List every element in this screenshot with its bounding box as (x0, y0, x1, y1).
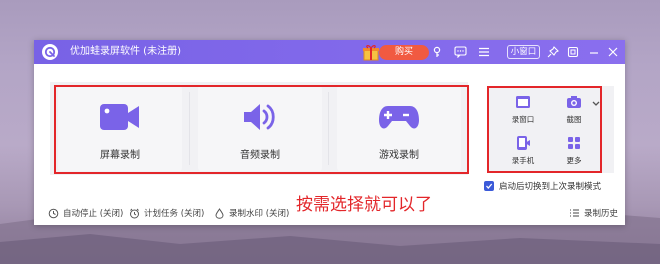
schedule-button[interactable]: 计划任务 (关闭) (129, 207, 204, 219)
audio-record-label: 音频录制 (240, 150, 280, 161)
watermark-button[interactable]: 录制水印 (关闭) (214, 207, 289, 219)
record-window-button[interactable]: 录窗口 (501, 92, 545, 128)
app-logo-icon (42, 44, 58, 60)
speaker-icon (198, 100, 322, 134)
more-button[interactable]: 更多 (552, 133, 596, 169)
auto-stop-label: 自动停止 (关闭) (63, 209, 124, 219)
phone-icon (501, 135, 545, 151)
camera-icon (552, 94, 596, 110)
chevron-down-icon[interactable] (591, 100, 601, 108)
key-icon[interactable] (430, 45, 444, 59)
feedback-icon[interactable] (453, 45, 467, 59)
history-button[interactable]: 录制历史 (569, 207, 618, 219)
clock-icon (48, 208, 59, 218)
screenshot-button[interactable]: 截图 (552, 92, 596, 128)
record-window-label: 录窗口 (511, 115, 535, 124)
game-record-label: 游戏录制 (379, 150, 419, 161)
mini-window-button[interactable]: 小窗口 (507, 45, 540, 59)
history-label: 录制历史 (584, 209, 619, 219)
screen-record-card[interactable]: 屏幕录制 (58, 86, 182, 171)
title-bar: 优加蛙录屏软件 (未注册) 购买 小窗口 (34, 40, 625, 64)
list-icon (570, 209, 579, 217)
menu-icon[interactable] (477, 45, 491, 59)
game-record-card[interactable]: 游戏录制 (337, 86, 461, 171)
window-icon (501, 94, 545, 110)
screen-record-label: 屏幕录制 (100, 150, 140, 161)
video-camera-icon (58, 100, 182, 134)
record-phone-label: 录手机 (511, 156, 535, 165)
audio-record-card[interactable]: 音频录制 (198, 86, 322, 171)
minimize-icon[interactable] (587, 45, 601, 59)
fullscreen-icon[interactable] (566, 45, 580, 59)
buy-button[interactable]: 购买 (379, 45, 429, 60)
alarm-icon (130, 208, 139, 218)
grid-icon (552, 135, 596, 151)
app-window: 优加蛙录屏软件 (未注册) 购买 小窗口 屏幕录制 音频录制 游戏录制 录窗口 … (34, 40, 625, 225)
divider (189, 92, 190, 165)
close-icon[interactable] (606, 45, 620, 59)
water-drop-icon (215, 207, 224, 219)
gift-icon[interactable] (362, 43, 380, 61)
screenshot-label: 截图 (566, 115, 582, 124)
footer-bar: 自动停止 (关闭) 计划任务 (关闭) 录制水印 (关闭) 录制历史 (34, 200, 625, 225)
restore-mode-checkbox[interactable] (484, 181, 494, 191)
divider (328, 92, 329, 165)
restore-mode-label: 启动后切换到上次录制模式 (499, 182, 602, 192)
schedule-label: 计划任务 (关闭) (144, 209, 205, 219)
more-label: 更多 (566, 156, 582, 165)
record-phone-button[interactable]: 录手机 (501, 133, 545, 169)
gamepad-icon (337, 100, 461, 134)
app-title: 优加蛙录屏软件 (未注册) (70, 46, 181, 57)
recording-modes-panel: 屏幕录制 音频录制 游戏录制 (50, 82, 468, 175)
watermark-label: 录制水印 (关闭) (229, 209, 290, 219)
auto-stop-button[interactable]: 自动停止 (关闭) (48, 207, 123, 219)
pin-icon[interactable] (546, 45, 560, 59)
